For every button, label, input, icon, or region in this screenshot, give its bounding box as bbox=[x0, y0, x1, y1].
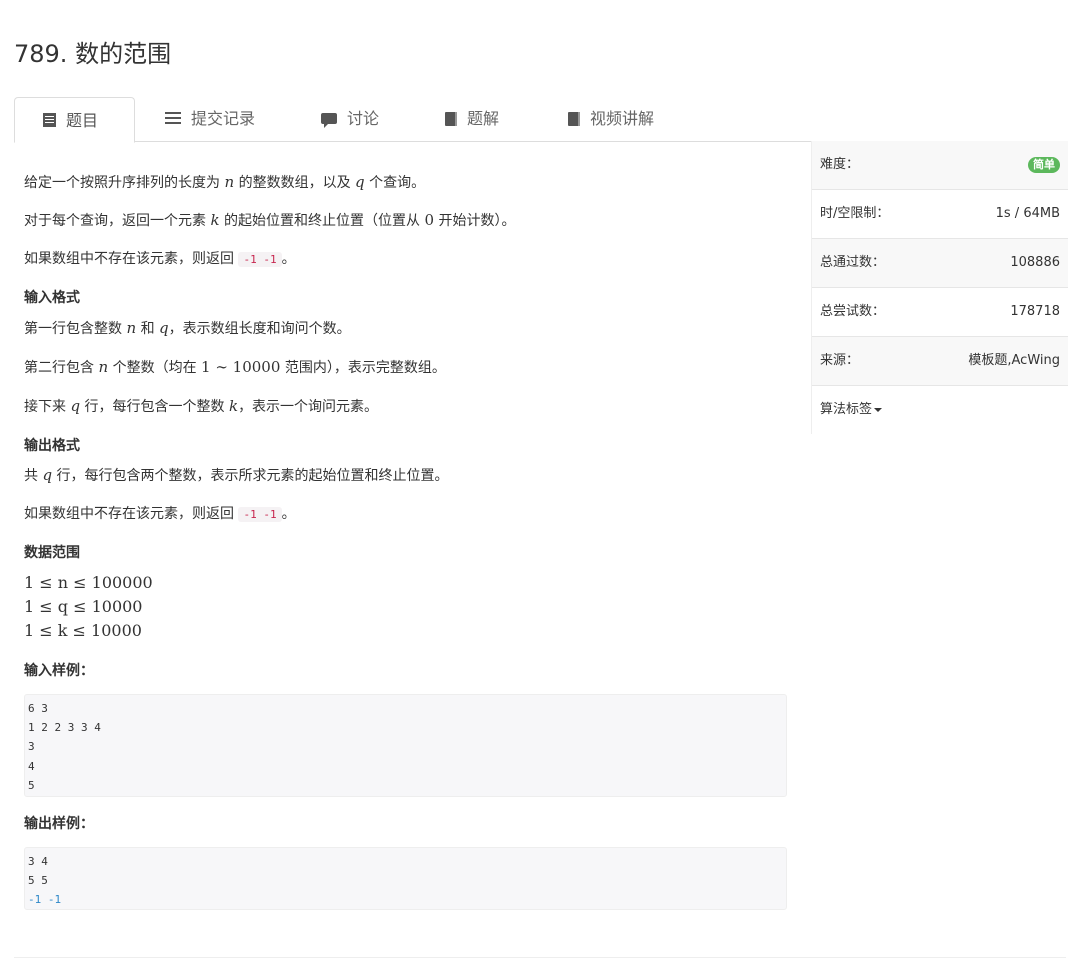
tab-discussion[interactable]: 讨论 bbox=[321, 97, 379, 140]
accepted-row: 总通过数： 108886 bbox=[812, 239, 1068, 288]
tags-row: 算法标签 bbox=[812, 386, 1068, 434]
code-line: 3 bbox=[28, 740, 35, 754]
problem-info-sidebar: 难度： 简单 时/空限制： 1s / 64MB 总通过数： 108886 总尝试… bbox=[811, 141, 1068, 434]
difficulty-label: 难度： bbox=[820, 157, 860, 172]
input-format-line-2: 第二行包含 n 个整数（均在 1 ∼ 10000 范围内），表示完整数组。 bbox=[24, 358, 446, 376]
description-line-1: 给定一个按照升序排列的长度为 n 的整数数组，以及 q 个查询。 bbox=[24, 173, 426, 191]
difficulty-row: 难度： 简单 bbox=[812, 141, 1068, 190]
tab-solutions[interactable]: 题解 bbox=[445, 97, 499, 140]
tab-label: 提交记录 bbox=[191, 109, 256, 128]
accepted-value: 108886 bbox=[1010, 255, 1060, 270]
description-line-2: 对于每个查询，返回一个元素 k 的起始位置和终止位置（位置从 0 开始计数）。 bbox=[24, 211, 516, 229]
list-icon bbox=[165, 111, 181, 126]
sample-input-block: 6 3 1 2 2 3 3 4 3 4 5 bbox=[24, 694, 787, 797]
limit-row: 时/空限制： 1s / 64MB bbox=[812, 190, 1068, 239]
caret-down-icon bbox=[874, 407, 883, 412]
book-icon bbox=[445, 111, 457, 126]
sample-output-heading: 输出样例： bbox=[24, 816, 94, 832]
page-title: 789. 数的范围 bbox=[14, 40, 172, 68]
input-format-line-1: 第一行包含整数 n 和 q，表示数组长度和询问个数。 bbox=[24, 319, 351, 337]
code-line: 1 2 2 3 3 4 bbox=[28, 721, 101, 735]
book-icon bbox=[568, 111, 580, 126]
source-label: 来源： bbox=[820, 353, 860, 368]
range-q: 1 ≤ q ≤ 10000 bbox=[24, 597, 143, 616]
tab-submissions[interactable]: 提交记录 bbox=[165, 97, 255, 140]
limit-value: 1s / 64MB bbox=[995, 206, 1060, 221]
tab-video[interactable]: 视频讲解 bbox=[568, 97, 654, 140]
difficulty-badge: 简单 bbox=[1028, 157, 1060, 173]
inline-code: -1 -1 bbox=[238, 252, 282, 267]
output-format-heading: 输出格式 bbox=[24, 438, 80, 454]
attempts-value: 178718 bbox=[1010, 304, 1060, 319]
tab-label: 讨论 bbox=[347, 109, 380, 128]
source-row: 来源： 模板题,AcWing bbox=[812, 337, 1068, 386]
output-format-line-1: 共 q 行，每行包含两个整数，表示所求元素的起始位置和终止位置。 bbox=[24, 466, 449, 484]
attempts-label: 总尝试数： bbox=[820, 304, 886, 319]
accepted-label: 总通过数： bbox=[820, 255, 886, 270]
attempts-row: 总尝试数： 178718 bbox=[812, 288, 1068, 337]
inline-code: -1 -1 bbox=[238, 507, 282, 522]
tab-label: 题目 bbox=[66, 110, 99, 130]
tags-toggle[interactable]: 算法标签 bbox=[820, 386, 883, 434]
tab-problem[interactable]: 题目 bbox=[14, 97, 135, 143]
input-format-line-3: 接下来 q 行，每行包含一个整数 k，表示一个询问元素。 bbox=[24, 397, 379, 415]
data-range-heading: 数据范围 bbox=[24, 545, 80, 561]
code-line: 5 5 bbox=[28, 874, 48, 888]
code-line: -1 -1 bbox=[28, 893, 62, 907]
limit-label: 时/空限制： bbox=[820, 206, 890, 221]
problem-tabs: 题目 提交记录 讨论 题解 视频讲解 bbox=[14, 97, 1066, 143]
code-line: 5 bbox=[28, 778, 35, 792]
sample-output-block: 3 4 5 5 -1 -1 bbox=[24, 847, 787, 910]
description-line-3: 如果数组中不存在该元素，则返回 -1 -1。 bbox=[24, 251, 296, 267]
divider bbox=[14, 957, 1066, 958]
tab-label: 题解 bbox=[467, 109, 500, 128]
source-value: 模板题,AcWing bbox=[968, 353, 1060, 368]
code-line: 3 4 bbox=[28, 855, 48, 868]
code-line: 6 3 bbox=[28, 702, 48, 715]
input-format-heading: 输入格式 bbox=[24, 290, 80, 306]
range-k: 1 ≤ k ≤ 10000 bbox=[24, 621, 142, 640]
tab-label: 视频讲解 bbox=[590, 109, 655, 128]
code-line: 4 bbox=[28, 759, 35, 773]
document-icon bbox=[43, 113, 56, 127]
sample-input-heading: 输入样例： bbox=[24, 663, 94, 679]
output-format-line-2: 如果数组中不存在该元素，则返回 -1 -1。 bbox=[24, 506, 296, 522]
range-n: 1 ≤ n ≤ 100000 bbox=[24, 573, 153, 592]
tags-label: 算法标签 bbox=[820, 402, 873, 417]
comment-icon bbox=[321, 113, 337, 128]
